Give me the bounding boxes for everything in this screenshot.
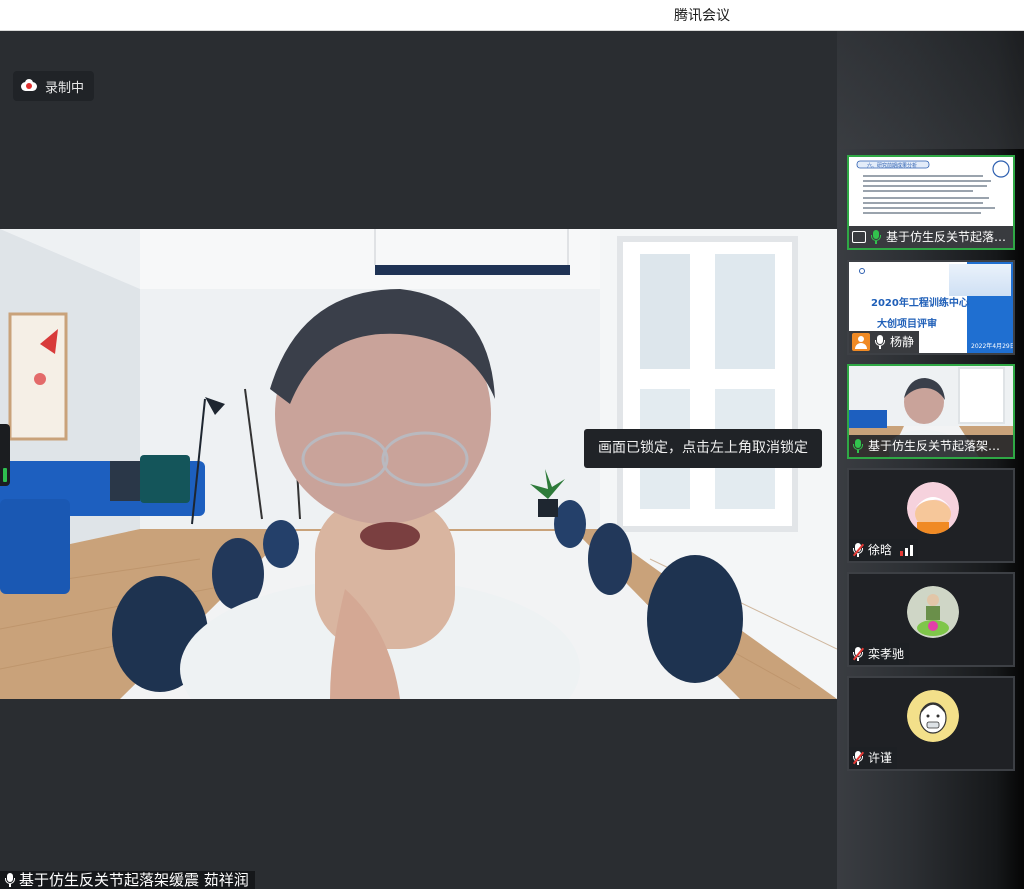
slide-banner-image	[949, 264, 1011, 296]
participant-tile-screen-share[interactable]: 基于仿生反关节起落架...	[847, 155, 1015, 250]
window-title: 腾讯会议	[674, 8, 730, 24]
screen-share-icon	[852, 231, 866, 243]
participant-tile-luanxiaochi[interactable]: 栾孝驰	[847, 572, 1015, 667]
cloud-record-icon	[21, 79, 37, 92]
title-bar: 腾讯会议	[0, 0, 1024, 31]
participant-tile-xuhan[interactable]: 徐晗	[847, 468, 1015, 563]
participant-tile-camera[interactable]: 基于仿生反关节起落架缓震...	[847, 364, 1015, 459]
university-logo-icon	[859, 268, 865, 274]
participant-sidebar[interactable]: 基于仿生反关节起落架... 六、研究前期成果分析 2020年工程训练中心 大创项…	[837, 31, 1024, 889]
avatar	[907, 690, 959, 742]
participant-tile-yangjing[interactable]: 2020年工程训练中心 大创项目评审 2022年4月29日 杨静	[847, 260, 1015, 355]
participant-tile-xujin[interactable]: 许谨	[847, 676, 1015, 771]
main-stage[interactable]: 录制中 画面已锁定，点击左上角取消锁定 基于仿生反关节起落架缓震 茹祥润	[0, 31, 837, 889]
audio-level-bar	[3, 468, 7, 482]
slide-date: 2022年4月29日	[971, 343, 1015, 350]
slide-title-line1: 2020年工程训练中心	[871, 298, 969, 309]
slide-title-line2: 大创项目评审	[877, 319, 937, 330]
person-icon	[852, 333, 870, 351]
mic-muted-icon	[852, 647, 864, 661]
lock-notice-tooltip: 画面已锁定，点击左上角取消锁定	[584, 429, 822, 468]
main-video-name-label: 基于仿生反关节起落架缓震 茹祥润	[0, 871, 255, 889]
mic-icon	[852, 439, 864, 453]
participant-name: 基于仿生反关节起落架...	[886, 230, 1012, 244]
participant-label: 栾孝驰	[849, 643, 910, 665]
participant-name: 栾孝驰	[868, 647, 905, 661]
recording-badge[interactable]: 录制中	[13, 71, 95, 101]
main-speaker-name: 基于仿生反关节起落架缓震 茹祥润	[19, 871, 249, 889]
mic-muted-icon	[852, 543, 864, 557]
mic-muted-icon	[852, 751, 864, 765]
avatar	[907, 586, 959, 638]
mic-icon	[4, 873, 16, 887]
participant-label: 杨静	[849, 331, 920, 353]
shared-slide-header: 六、研究前期成果分析	[867, 163, 918, 169]
network-signal-icon	[900, 544, 914, 556]
mic-icon	[870, 230, 882, 244]
mic-icon	[874, 335, 886, 349]
participant-label: 基于仿生反关节起落架...	[849, 226, 1013, 248]
participant-name: 杨静	[890, 335, 915, 349]
participant-name: 基于仿生反关节起落架缓震...	[868, 439, 1012, 453]
audio-level-handle[interactable]	[0, 424, 10, 486]
avatar	[907, 482, 959, 534]
participant-label: 徐晗	[849, 539, 919, 561]
participant-name: 许谨	[868, 751, 893, 765]
participant-label: 许谨	[849, 747, 898, 769]
participant-label: 基于仿生反关节起落架缓震...	[849, 435, 1013, 457]
participant-name: 徐晗	[868, 543, 893, 557]
recording-label: 录制中	[45, 80, 85, 96]
